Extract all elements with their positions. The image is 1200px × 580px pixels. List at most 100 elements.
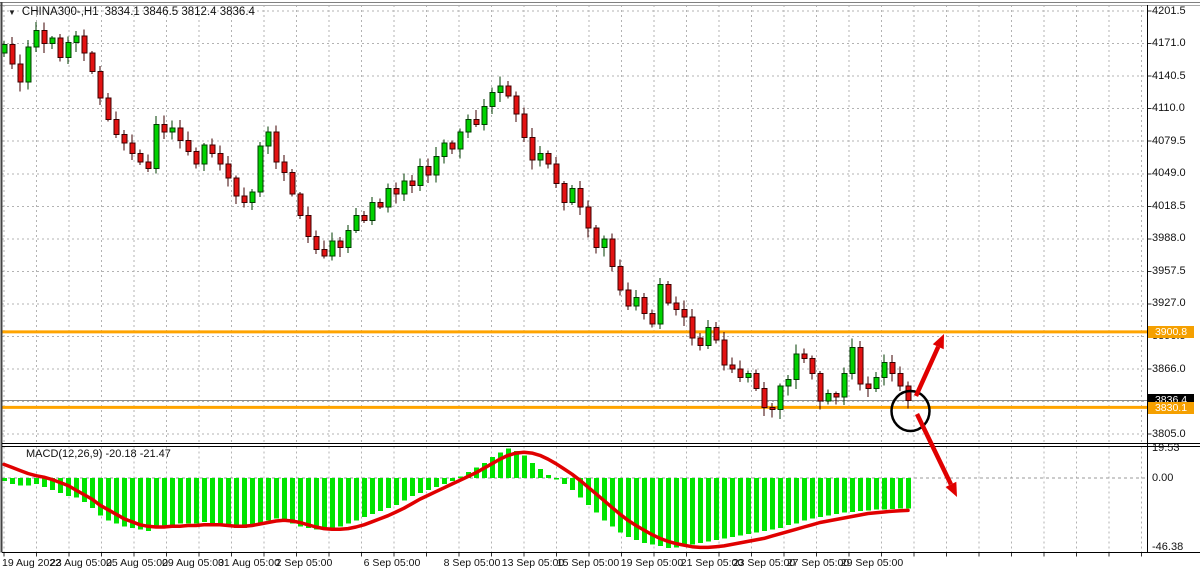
bear-candle xyxy=(578,189,583,207)
bear-candle xyxy=(586,207,591,228)
bull-candle xyxy=(658,285,663,324)
macd-histogram-bar xyxy=(362,478,367,517)
macd-histogram-bar xyxy=(722,478,727,538)
macd-histogram-bar xyxy=(706,478,711,541)
bear-candle xyxy=(338,241,343,247)
bull-candle xyxy=(154,125,159,169)
symbol-dropdown-icon[interactable]: ▼ xyxy=(8,8,16,17)
macd-histogram-bar xyxy=(418,478,423,493)
bear-candle xyxy=(322,250,327,256)
bear-candle xyxy=(594,228,599,247)
macd-histogram-bar xyxy=(314,478,319,529)
bear-candle xyxy=(178,128,183,141)
bear-candle xyxy=(186,141,191,152)
macd-histogram-bar xyxy=(90,478,95,508)
time-axis-label: 25 Aug 05:00 xyxy=(106,558,168,569)
bear-candle xyxy=(530,137,535,159)
bear-candle xyxy=(130,143,135,154)
macd-histogram-bar xyxy=(218,478,223,525)
bullish-arrow-annotation[interactable] xyxy=(916,347,938,396)
macd-histogram-bar xyxy=(146,478,151,531)
bear-candle xyxy=(674,303,679,309)
bear-candle xyxy=(858,348,863,384)
macd-histogram-bar xyxy=(874,478,879,510)
macd-histogram-bar xyxy=(858,478,863,511)
macd-histogram-bar xyxy=(810,478,815,519)
macd-histogram-bar xyxy=(170,478,175,525)
macd-indicator-label: MACD(12,26,9) -20.18 -21.47 xyxy=(26,448,171,460)
bear-candle xyxy=(210,145,215,154)
macd-histogram-bar xyxy=(10,478,15,484)
bear-candle xyxy=(194,151,199,164)
macd-histogram-bar xyxy=(586,478,591,505)
macd-histogram-bar xyxy=(98,478,103,516)
macd-histogram-bar xyxy=(898,478,903,509)
time-axis-label: 29 Sep 05:00 xyxy=(841,558,903,569)
bear-candle xyxy=(890,363,895,374)
bear-candle xyxy=(818,373,823,401)
macd-histogram-bar xyxy=(322,478,327,529)
bear-candle xyxy=(738,369,743,378)
price-axis-label: 3988.0 xyxy=(1152,233,1186,244)
bear-candle xyxy=(234,178,239,196)
macd-histogram-bar xyxy=(770,478,775,529)
bear-candle xyxy=(306,215,311,236)
macd-histogram-bar xyxy=(330,478,335,528)
bull-candle xyxy=(202,145,207,164)
macd-histogram-bar xyxy=(546,475,551,478)
bear-candle xyxy=(10,45,15,64)
time-axis-label: 8 Sep 05:00 xyxy=(444,558,501,569)
time-axis-label: 13 Sep 05:00 xyxy=(502,558,564,569)
macd-histogram-bar xyxy=(282,478,287,520)
bear-candle xyxy=(98,71,103,98)
macd-histogram-bar xyxy=(570,478,575,490)
macd-scale-label: -46.38 xyxy=(1152,542,1183,553)
macd-histogram-bar xyxy=(786,478,791,525)
bear-candle xyxy=(898,373,903,386)
bear-candle xyxy=(730,365,735,369)
bear-candle xyxy=(810,358,815,373)
macd-histogram-bar xyxy=(2,478,7,481)
macd-histogram-bar xyxy=(266,478,271,520)
macd-histogram-bar xyxy=(26,478,31,486)
bull-candle xyxy=(26,47,31,82)
macd-histogram-bar xyxy=(138,478,143,529)
bear-candle xyxy=(514,96,519,114)
macd-histogram-bar xyxy=(426,478,431,490)
macd-histogram-bar xyxy=(842,478,847,513)
macd-histogram-bar xyxy=(290,478,295,523)
bull-candle xyxy=(74,36,79,42)
bear-candle xyxy=(762,388,767,407)
bull-candle xyxy=(330,241,335,256)
bull-candle xyxy=(266,132,271,146)
bull-candle xyxy=(490,93,495,107)
macd-histogram-bar xyxy=(714,478,719,540)
price-axis-label: 3957.5 xyxy=(1152,266,1186,277)
bear-candle xyxy=(554,164,559,183)
bear-candle xyxy=(682,309,687,316)
macd-histogram-bar xyxy=(258,478,263,523)
bull-candle xyxy=(786,380,791,386)
macd-histogram-bar xyxy=(354,478,359,520)
macd-histogram-bar xyxy=(738,478,743,535)
macd-histogram-bar xyxy=(826,478,831,516)
macd-histogram-bar xyxy=(394,478,399,505)
bull-candle xyxy=(842,373,847,396)
bear-candle xyxy=(394,189,399,194)
bull-candle xyxy=(850,348,855,374)
chart-canvas[interactable] xyxy=(0,0,1200,580)
bull-candle xyxy=(482,107,487,125)
bear-candle xyxy=(138,153,143,162)
macd-histogram-bar xyxy=(250,478,255,526)
macd-histogram-bar xyxy=(234,478,239,528)
bull-candle xyxy=(874,378,879,389)
macd-histogram-bar xyxy=(746,478,751,534)
time-axis-label: 6 Sep 05:00 xyxy=(364,558,421,569)
bear-candle xyxy=(426,166,431,175)
bearish-arrow-annotation[interactable] xyxy=(917,414,951,484)
bull-candle xyxy=(794,354,799,380)
macd-histogram-bar xyxy=(346,478,351,523)
macd-histogram-bar xyxy=(274,478,279,519)
macd-histogram-bar xyxy=(698,478,703,543)
macd-histogram-bar xyxy=(226,478,231,526)
